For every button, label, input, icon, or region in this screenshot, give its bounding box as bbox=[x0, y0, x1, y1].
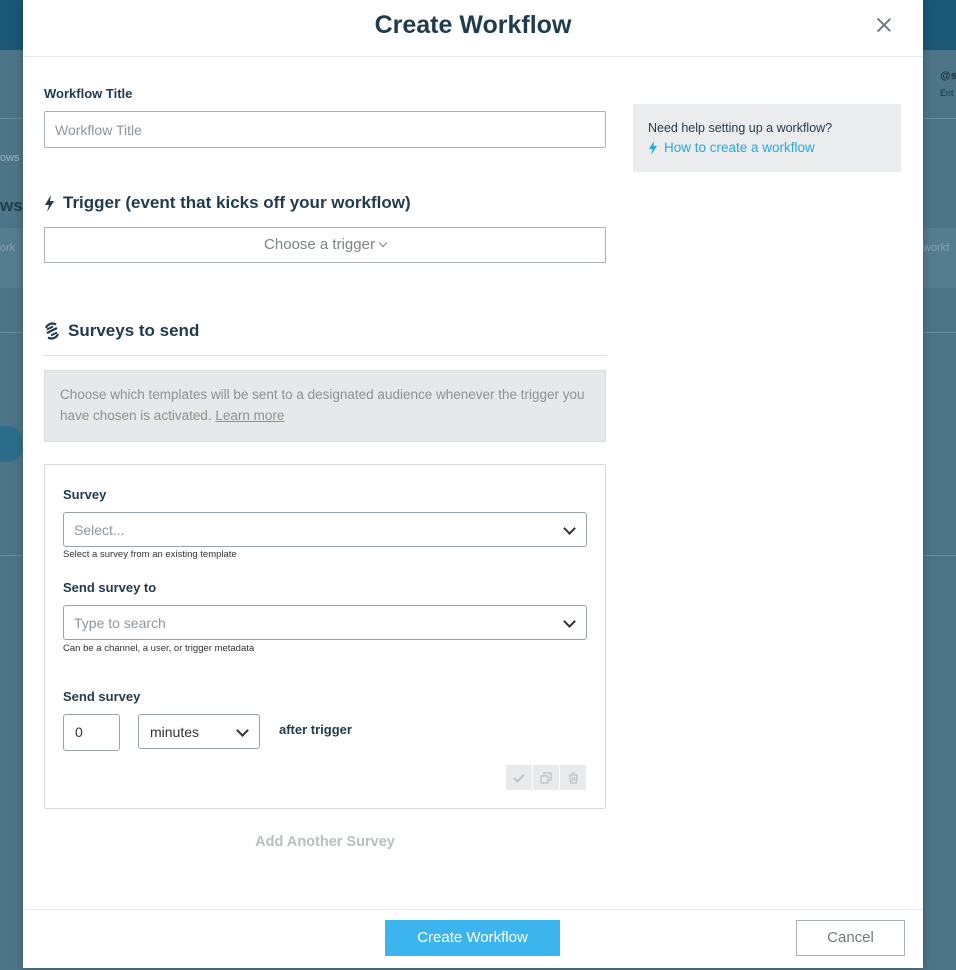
delay-unit-select[interactable]: minutes bbox=[138, 714, 260, 749]
survey-card: Survey Select... Select a survey from an… bbox=[44, 464, 606, 809]
how-to-link[interactable]: How to create a workflow bbox=[648, 140, 886, 155]
trash-icon bbox=[568, 771, 578, 784]
copy-icon bbox=[540, 771, 552, 784]
lightning-icon bbox=[649, 140, 657, 155]
surveys-info-text: Choose which templates will be sent to a… bbox=[60, 387, 585, 423]
send-to-select[interactable]: Type to search bbox=[63, 605, 587, 640]
check-icon bbox=[513, 773, 525, 783]
background-text: ows bbox=[0, 152, 20, 164]
cancel-button[interactable]: Cancel bbox=[796, 920, 905, 956]
choose-trigger-label: Choose a trigger bbox=[264, 236, 375, 253]
survey-label: Survey bbox=[63, 487, 107, 502]
surveys-heading: Surveys to send bbox=[44, 321, 199, 341]
after-trigger-label: after trigger bbox=[279, 722, 352, 737]
close-icon[interactable] bbox=[873, 14, 895, 36]
background-text: Ent bbox=[940, 88, 954, 98]
help-box: Need help setting up a workflow? How to … bbox=[633, 104, 901, 172]
help-question: Need help setting up a workflow? bbox=[648, 121, 833, 135]
chevron-down-icon bbox=[563, 522, 576, 535]
how-to-link-label: How to create a workflow bbox=[664, 140, 815, 155]
create-workflow-modal: Create Workflow Workflow Title Need help… bbox=[23, 0, 923, 968]
survey-select-placeholder: Select... bbox=[74, 522, 125, 538]
section-divider bbox=[44, 355, 606, 356]
send-to-label: Send survey to bbox=[63, 580, 157, 595]
modal-footer: Create Workflow Cancel bbox=[23, 909, 923, 969]
survey-actions bbox=[506, 765, 587, 790]
workflow-title-input[interactable] bbox=[44, 111, 606, 148]
trigger-heading-text: Trigger (event that kicks off your workf… bbox=[63, 193, 411, 212]
delay-amount-input[interactable]: 0 bbox=[63, 714, 120, 751]
delete-button[interactable] bbox=[560, 765, 586, 790]
workflow-title-label: Workflow Title bbox=[44, 86, 133, 101]
delay-unit-value: minutes bbox=[150, 724, 200, 740]
choose-trigger-button[interactable]: Choose a trigger bbox=[44, 227, 606, 263]
send-to-placeholder: Type to search bbox=[74, 615, 166, 631]
background-gear-icon bbox=[0, 426, 22, 462]
chevron-down-icon bbox=[563, 615, 576, 628]
trigger-heading: Trigger (event that kicks off your workf… bbox=[44, 193, 411, 213]
add-another-survey-button[interactable]: Add Another Survey bbox=[44, 834, 606, 850]
modal-title: Create Workflow bbox=[374, 11, 572, 39]
background-text: @s bbox=[940, 70, 956, 82]
create-workflow-button[interactable]: Create Workflow bbox=[385, 920, 560, 956]
send-to-hint: Can be a channel, a user, or trigger met… bbox=[63, 643, 255, 654]
background-text: workf bbox=[923, 242, 950, 254]
chevron-down-icon bbox=[236, 724, 249, 737]
chevron-down-icon bbox=[378, 238, 388, 248]
background-text: ork bbox=[0, 242, 16, 254]
modal-header: Create Workflow bbox=[23, 0, 923, 57]
duplicate-button[interactable] bbox=[533, 765, 559, 790]
confirm-button[interactable] bbox=[506, 765, 532, 790]
survey-hint: Select a survey from an existing templat… bbox=[63, 549, 237, 560]
send-survey-label: Send survey bbox=[63, 689, 141, 704]
background-text: ws bbox=[0, 196, 23, 215]
surveys-info-box: Choose which templates will be sent to a… bbox=[44, 370, 606, 442]
surveys-heading-text: Surveys to send bbox=[68, 321, 200, 340]
lightning-icon bbox=[45, 194, 54, 212]
surveys-icon bbox=[44, 322, 60, 340]
learn-more-link[interactable]: Learn more bbox=[215, 408, 284, 423]
survey-select[interactable]: Select... bbox=[63, 512, 587, 547]
